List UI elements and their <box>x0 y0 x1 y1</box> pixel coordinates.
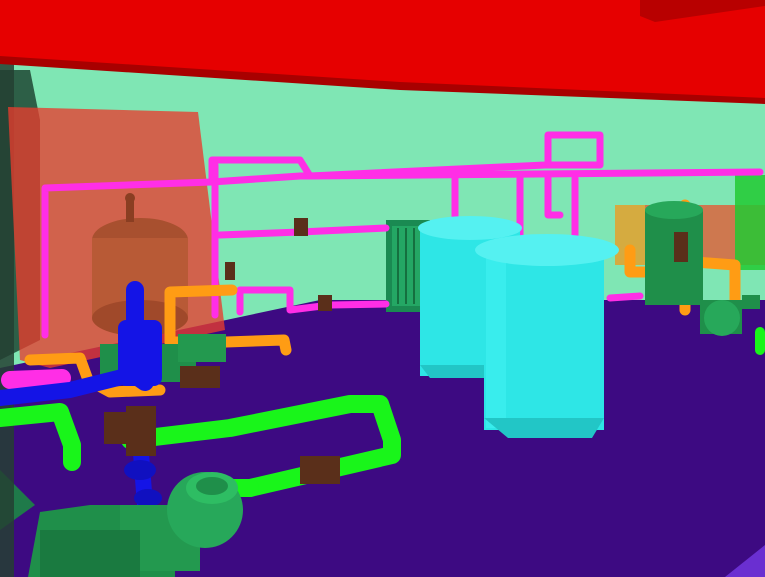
gate-valve[interactable] <box>300 456 340 484</box>
cyan-tank-right[interactable] <box>475 234 619 438</box>
filter-vessel-right[interactable] <box>645 201 703 305</box>
3d-viewport[interactable] <box>0 0 765 577</box>
plant-room-scene[interactable] <box>0 0 765 577</box>
gate-valve[interactable] <box>318 295 332 311</box>
gate-valve[interactable] <box>225 262 235 280</box>
right-green-box <box>735 175 765 270</box>
gate-valve[interactable] <box>126 406 156 456</box>
magenta-branch <box>1 369 71 389</box>
gate-valve[interactable] <box>294 218 308 236</box>
